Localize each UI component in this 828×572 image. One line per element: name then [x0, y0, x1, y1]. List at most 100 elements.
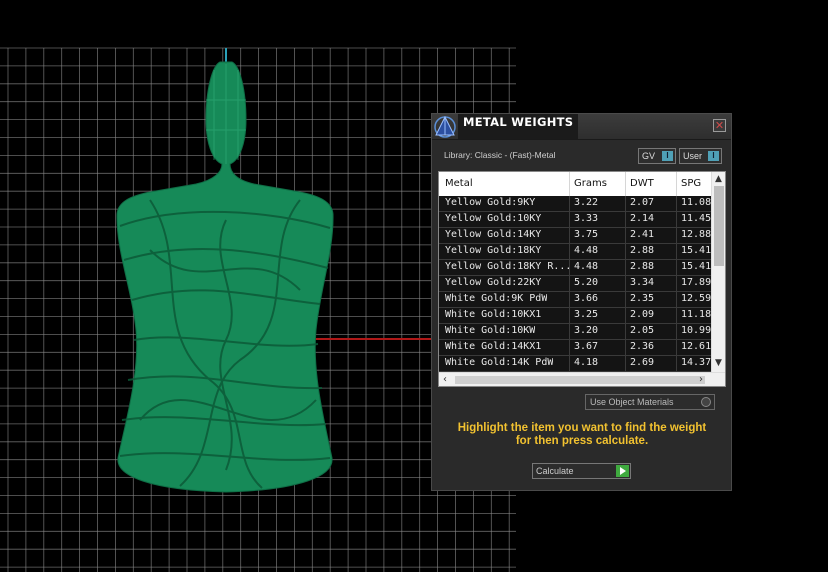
cell-metal: White Gold:10KX1 [445, 309, 542, 320]
cell-divider [625, 260, 626, 276]
cell-divider [676, 340, 677, 356]
scroll-thumb[interactable] [455, 376, 705, 384]
calculate-button[interactable]: Calculate [532, 463, 631, 479]
library-label: Library: Classic - (Fast)-Metal [444, 150, 556, 160]
cell-dwt: 3.34 [630, 277, 655, 288]
cell-dwt: 2.35 [630, 293, 655, 304]
column-header-dwt[interactable]: DWT [630, 178, 654, 189]
scroll-up-icon[interactable]: ▲ [715, 174, 722, 184]
cell-grams: 5.20 [574, 277, 599, 288]
gv-label: GV [642, 151, 656, 161]
metal-table[interactable]: Metal Grams DWT SPG Yellow Gold:9KY 3.22 2… [438, 171, 726, 387]
toggle-switch-icon: I [662, 151, 673, 161]
table-row[interactable]: Yellow Gold:9KY 3.22 2.07 11.08 [439, 196, 711, 212]
scroll-down-icon[interactable]: ▼ [715, 358, 722, 368]
instruction-text: Highlight the item you want to find the … [446, 422, 718, 448]
instruction-line: for then press calculate. [515, 435, 649, 447]
cell-divider [569, 212, 570, 228]
table-row[interactable]: White Gold:14KX1 3.67 2.36 12.61 [439, 340, 711, 356]
cell-divider [569, 324, 570, 340]
user-toggle[interactable]: User I [679, 148, 722, 164]
cell-divider [676, 324, 677, 340]
column-divider[interactable] [676, 172, 677, 196]
cell-metal: Yellow Gold:18KY [445, 245, 542, 256]
scroll-left-icon[interactable]: ‹ [443, 374, 447, 385]
cell-grams: 3.22 [574, 197, 599, 208]
cell-divider [625, 356, 626, 372]
cell-divider [676, 308, 677, 324]
vertical-scrollbar[interactable]: ▲ ▼ [711, 172, 725, 372]
cell-divider [569, 340, 570, 356]
use-object-materials-toggle[interactable]: Use Object Materials [585, 394, 715, 410]
cell-metal: Yellow Gold:9KY [445, 197, 536, 208]
table-row[interactable]: Yellow Gold:18KY R... 4.48 2.88 15.41 [439, 260, 711, 276]
dialog-title: METAL WEIGHTS [463, 115, 574, 129]
horizontal-scrollbar[interactable]: ‹ › [439, 372, 725, 386]
column-divider[interactable] [625, 172, 626, 196]
use-materials-label: Use Object Materials [590, 397, 674, 407]
column-header-grams[interactable]: Grams [574, 178, 607, 189]
scroll-thumb[interactable] [714, 186, 724, 266]
table-body: Yellow Gold:9KY 3.22 2.07 11.08 Yellow Gold:… [439, 196, 711, 372]
table-row[interactable]: White Gold:10KW 3.20 2.05 10.99 [439, 324, 711, 340]
table-row[interactable]: Yellow Gold:18KY 4.48 2.88 15.41 [439, 244, 711, 260]
user-label: User [683, 151, 703, 161]
cell-dwt: 2.69 [630, 357, 655, 368]
metal-weights-dialog: METAL WEIGHTS ✕ Library: Classic - (Fast… [431, 113, 732, 491]
table-row[interactable]: White Gold:14K PdW 4.18 2.69 14.37 [439, 356, 711, 372]
cell-metal: Yellow Gold:14KY [445, 229, 542, 240]
cell-grams: 3.20 [574, 325, 599, 336]
pyramid-logo-icon [433, 115, 457, 138]
column-header-spg[interactable]: SPG [681, 178, 701, 189]
scroll-right-icon[interactable]: › [699, 374, 703, 385]
pendant-model[interactable] [116, 61, 334, 493]
cell-dwt: 2.41 [630, 229, 655, 240]
cell-divider [625, 212, 626, 228]
cell-dwt: 2.88 [630, 261, 655, 272]
cell-dwt: 2.36 [630, 341, 655, 352]
table-row[interactable]: Yellow Gold:22KY 5.20 3.34 17.89 [439, 276, 711, 292]
cell-divider [676, 292, 677, 308]
cell-metal: White Gold:14KX1 [445, 341, 542, 352]
column-header-metal[interactable]: Metal [445, 178, 473, 189]
cell-divider [625, 340, 626, 356]
cell-divider [569, 276, 570, 292]
cell-dwt: 2.09 [630, 309, 655, 320]
cell-spg: 17.89 [681, 277, 712, 288]
cell-grams: 3.25 [574, 309, 599, 320]
gv-toggle[interactable]: GV I [638, 148, 676, 164]
cell-metal: White Gold:14K PdW [445, 357, 554, 368]
cell-divider [569, 228, 570, 244]
cell-dwt: 2.88 [630, 245, 655, 256]
cell-spg: 15.41 [681, 245, 712, 256]
cell-divider [676, 276, 677, 292]
table-row[interactable]: White Gold:9K PdW 3.66 2.35 12.59 [439, 292, 711, 308]
cell-divider [569, 244, 570, 260]
close-button[interactable]: ✕ [713, 119, 726, 132]
play-arrow-icon [616, 465, 629, 477]
table-row[interactable]: Yellow Gold:10KY 3.33 2.14 11.45 [439, 212, 711, 228]
cell-grams: 4.48 [574, 261, 599, 272]
cell-grams: 3.66 [574, 293, 599, 304]
radio-icon [701, 397, 711, 407]
table-row[interactable]: White Gold:10KX1 3.25 2.09 11.18 [439, 308, 711, 324]
table-row[interactable]: Yellow Gold:14KY 3.75 2.41 12.88 [439, 228, 711, 244]
cell-grams: 3.75 [574, 229, 599, 240]
column-divider[interactable] [569, 172, 570, 196]
cell-divider [569, 292, 570, 308]
cell-dwt: 2.05 [630, 325, 655, 336]
cell-metal: Yellow Gold:18KY R... [445, 261, 572, 272]
cell-spg: 12.59 [681, 293, 712, 304]
cell-divider [569, 356, 570, 372]
cell-divider [676, 196, 677, 212]
cell-spg: 10.99 [681, 325, 712, 336]
cell-divider [676, 212, 677, 228]
cell-dwt: 2.14 [630, 213, 655, 224]
cell-divider [625, 244, 626, 260]
cell-divider [625, 292, 626, 308]
cell-grams: 4.48 [574, 245, 599, 256]
cell-divider [676, 260, 677, 276]
cell-metal: Yellow Gold:10KY [445, 213, 542, 224]
dialog-titlebar[interactable]: METAL WEIGHTS ✕ [432, 114, 731, 140]
cell-spg: 12.61 [681, 341, 712, 352]
